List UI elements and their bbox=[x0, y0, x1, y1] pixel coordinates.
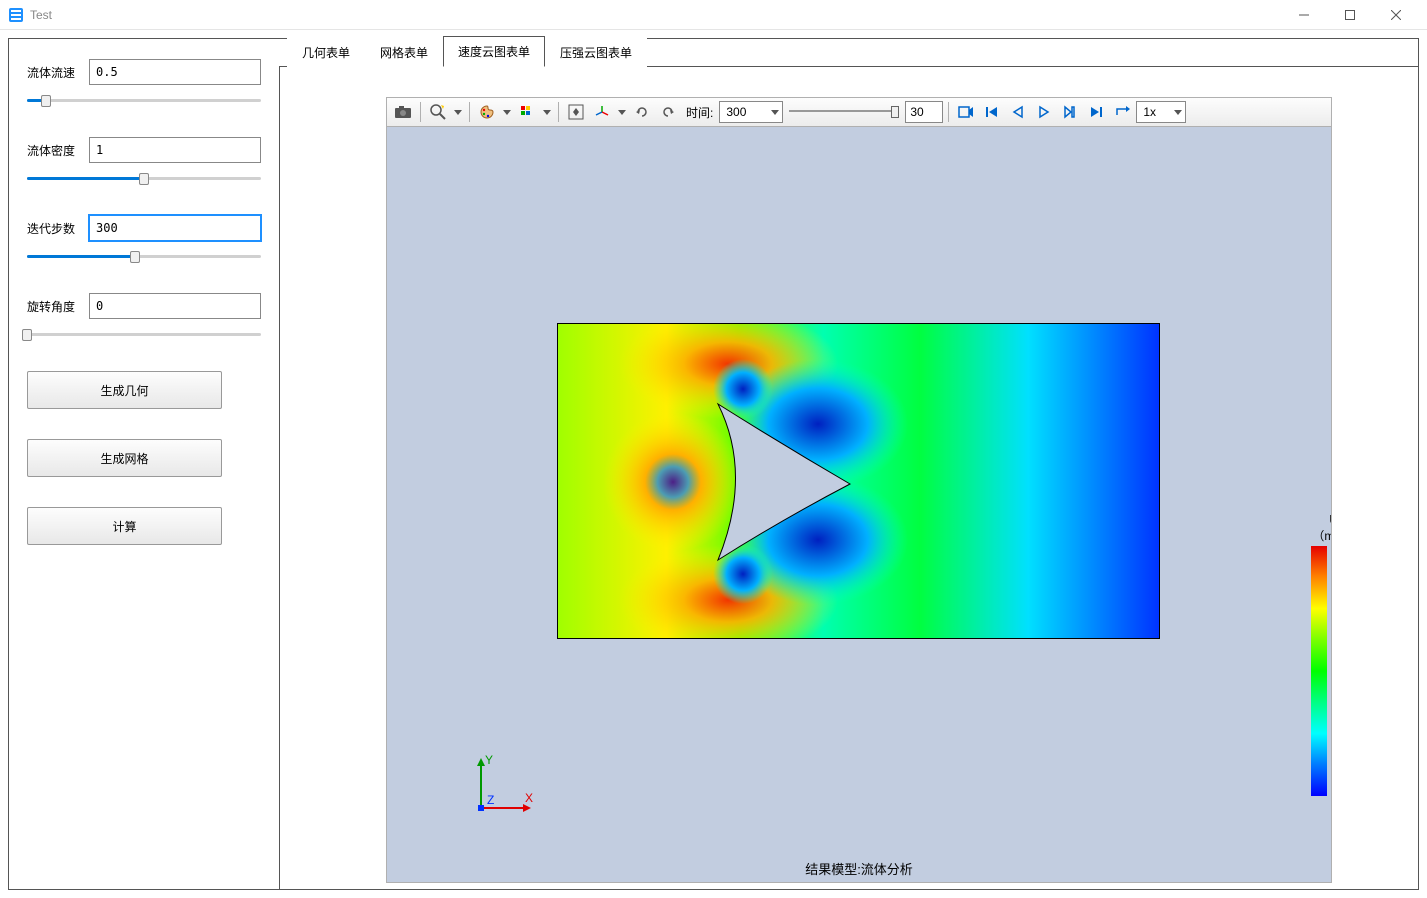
compute-label: 计算 bbox=[112, 518, 136, 535]
rotate-ccw-icon[interactable] bbox=[630, 100, 654, 124]
tab-pressure[interactable]: 压强云图表单 bbox=[545, 37, 647, 67]
generate-geometry-button[interactable]: 生成几何 bbox=[27, 371, 222, 409]
param-velocity-label: 流体流速 bbox=[27, 64, 83, 81]
tab-bar: 几何表单 网格表单 速度云图表单 压强云图表单 bbox=[279, 39, 1418, 67]
palette-icon[interactable] bbox=[475, 100, 499, 124]
legend-tick-3: 3.553e-03 bbox=[1331, 782, 1332, 796]
window-titlebar: Test bbox=[0, 0, 1427, 30]
axis-view-icon[interactable] bbox=[590, 100, 614, 124]
app-icon bbox=[8, 7, 24, 23]
param-angle-input[interactable] bbox=[89, 293, 261, 319]
param-angle-label: 旋转角度 bbox=[27, 298, 83, 315]
legend-colorbar bbox=[1311, 546, 1327, 796]
legend-tick-1: 5.067e-01 bbox=[1331, 625, 1332, 639]
cube-icon[interactable] bbox=[515, 100, 539, 124]
param-steps-label: 迭代步数 bbox=[27, 220, 83, 237]
param-density-slider[interactable] bbox=[27, 171, 261, 187]
fit-view-icon[interactable] bbox=[564, 100, 588, 124]
speed-combo[interactable]: 1x bbox=[1136, 101, 1186, 123]
axis-gizmo: Y X Z bbox=[467, 752, 537, 822]
axis-x-label: X bbox=[525, 791, 533, 805]
axis-view-dropdown[interactable] bbox=[616, 100, 628, 124]
param-velocity: 流体流速 bbox=[27, 59, 261, 109]
tab-geometry[interactable]: 几何表单 bbox=[287, 37, 365, 67]
tab-mesh[interactable]: 网格表单 bbox=[365, 37, 443, 67]
viewer-panel: 时间: 300 30 1x bbox=[279, 67, 1418, 889]
result-model-label: 结果模型:流体分析 bbox=[387, 853, 1331, 880]
loop-icon[interactable] bbox=[1110, 100, 1134, 124]
param-angle: 旋转角度 bbox=[27, 293, 261, 343]
axis-z-label: Z bbox=[487, 793, 494, 807]
time-label: 时间: bbox=[686, 104, 713, 121]
axis-y-label: Y bbox=[485, 753, 493, 767]
next-frame-icon[interactable] bbox=[1058, 100, 1082, 124]
legend-tick-0: 7.582e-01 bbox=[1331, 546, 1332, 560]
legend-tick-2: 2.551e-01 bbox=[1331, 703, 1332, 717]
color-legend: U （m/s） 7.582e-01 5.067e-01 2.551e-01 3.… bbox=[1269, 512, 1332, 796]
param-steps-slider[interactable] bbox=[27, 249, 261, 265]
param-density-label: 流体密度 bbox=[27, 142, 83, 159]
camera-icon[interactable] bbox=[391, 100, 415, 124]
compute-button[interactable]: 计算 bbox=[27, 507, 222, 545]
cube-dropdown[interactable] bbox=[541, 100, 553, 124]
parameter-sidebar: 流体流速 流体密度 迭代步数 bbox=[9, 39, 279, 889]
close-button[interactable] bbox=[1373, 0, 1419, 30]
viewer-toolbar: 时间: 300 30 1x bbox=[386, 97, 1332, 127]
param-angle-slider[interactable] bbox=[27, 327, 261, 343]
first-frame-icon[interactable] bbox=[980, 100, 1004, 124]
param-density-input[interactable] bbox=[89, 137, 261, 163]
render-canvas[interactable]: Y X Z U （m/s） 7.582e-01 bbox=[386, 127, 1332, 883]
palette-dropdown[interactable] bbox=[501, 100, 513, 124]
window-title: Test bbox=[30, 8, 1281, 22]
frame-field[interactable]: 30 bbox=[905, 101, 943, 123]
param-steps-input[interactable] bbox=[89, 215, 261, 241]
time-slider[interactable] bbox=[789, 104, 899, 120]
play-icon[interactable] bbox=[1032, 100, 1056, 124]
legend-unit: （m/s） bbox=[1269, 527, 1332, 544]
param-density: 流体密度 bbox=[27, 137, 261, 187]
generate-geometry-label: 生成几何 bbox=[100, 382, 148, 399]
generate-mesh-label: 生成网格 bbox=[100, 450, 148, 467]
generate-mesh-button[interactable]: 生成网格 bbox=[27, 439, 222, 477]
param-velocity-slider[interactable] bbox=[27, 93, 261, 109]
last-frame-icon[interactable] bbox=[1084, 100, 1108, 124]
record-icon[interactable] bbox=[954, 100, 978, 124]
rotate-cw-icon[interactable] bbox=[656, 100, 680, 124]
time-combo[interactable]: 300 bbox=[719, 101, 783, 123]
zoom-icon[interactable] bbox=[426, 100, 450, 124]
minimize-button[interactable] bbox=[1281, 0, 1327, 30]
tab-velocity[interactable]: 速度云图表单 bbox=[443, 36, 545, 67]
param-velocity-input[interactable] bbox=[89, 59, 261, 85]
zoom-dropdown[interactable] bbox=[452, 100, 464, 124]
maximize-button[interactable] bbox=[1327, 0, 1373, 30]
prev-frame-icon[interactable] bbox=[1006, 100, 1030, 124]
param-steps: 迭代步数 bbox=[27, 215, 261, 265]
velocity-contour bbox=[557, 323, 1160, 639]
legend-title: U bbox=[1269, 512, 1332, 527]
